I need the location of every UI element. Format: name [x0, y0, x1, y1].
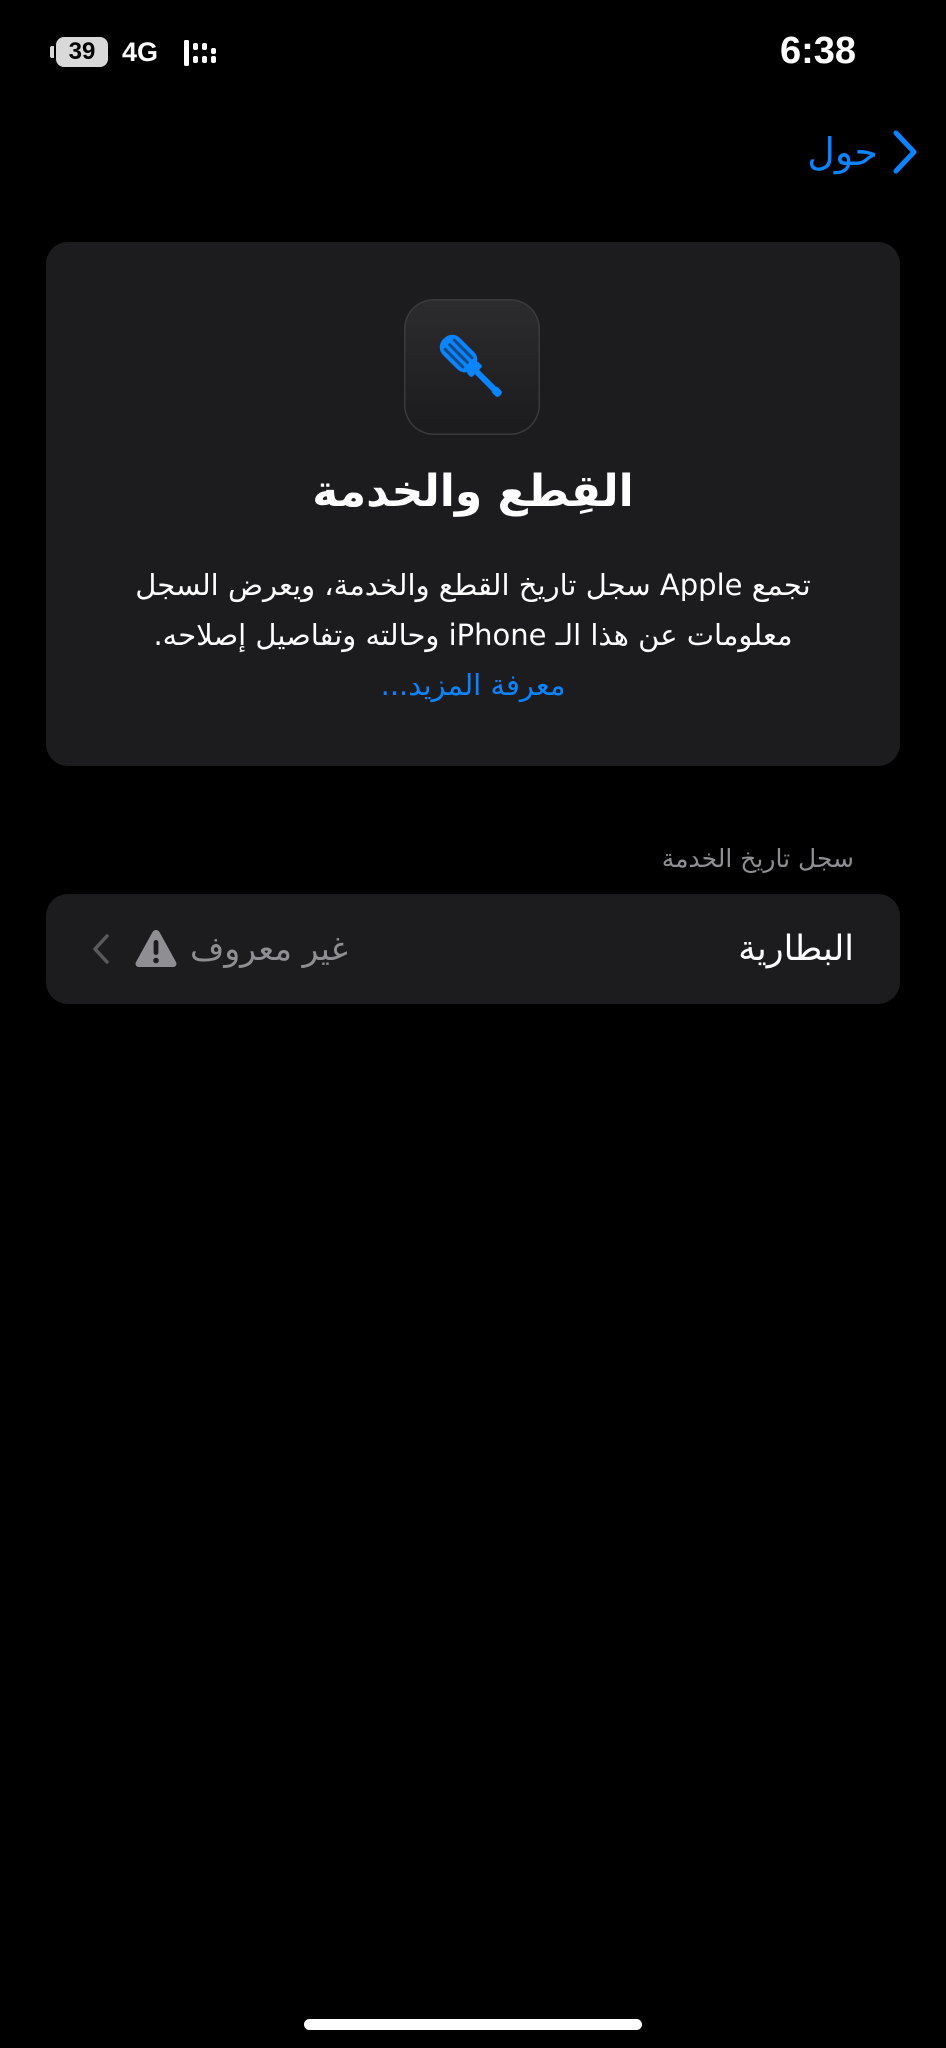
learn-more-link[interactable]: معرفة المزيد... [46, 660, 900, 710]
chevron-left-icon [93, 934, 109, 964]
home-indicator[interactable] [304, 2019, 642, 2030]
card-title: القِطع والخدمة [312, 466, 634, 517]
battery-row-status: غير معروف [190, 929, 348, 968]
warning-icon [135, 930, 177, 967]
battery-nub [50, 46, 54, 58]
signal-strength-icon [184, 40, 216, 66]
service-history-header: سجل تاريخ الخدمة [661, 844, 854, 873]
back-button[interactable]: حول [807, 122, 918, 182]
card-description-line: تجمع Apple سجل تاريخ القطع والخدمة، ويعر… [135, 568, 811, 602]
parts-service-info-card: القِطع والخدمة تجمع Apple سجل تاريخ القط… [46, 242, 900, 766]
back-button-label: حول [807, 130, 878, 174]
battery-row-label: البطارية [738, 929, 854, 969]
status-time: 6:38 [779, 30, 856, 72]
card-description: تجمع Apple سجل تاريخ القطع والخدمة، ويعر… [86, 560, 860, 660]
parts-service-app-icon [404, 299, 540, 435]
chevron-right-icon [893, 130, 917, 174]
screwdriver-icon [439, 334, 502, 397]
battery-indicator: 39 [50, 37, 110, 67]
status-bar: 39 4G 6:38 [0, 0, 946, 100]
service-history-list: البطارية غير معروف [46, 894, 900, 1004]
card-description-line: معلومات عن هذا الـ iPhone وحالته وتفاصيل… [153, 618, 793, 652]
battery-row[interactable]: البطارية غير معروف [46, 894, 900, 1004]
network-type: 4G [122, 37, 159, 67]
battery-level: 39 [56, 37, 108, 67]
